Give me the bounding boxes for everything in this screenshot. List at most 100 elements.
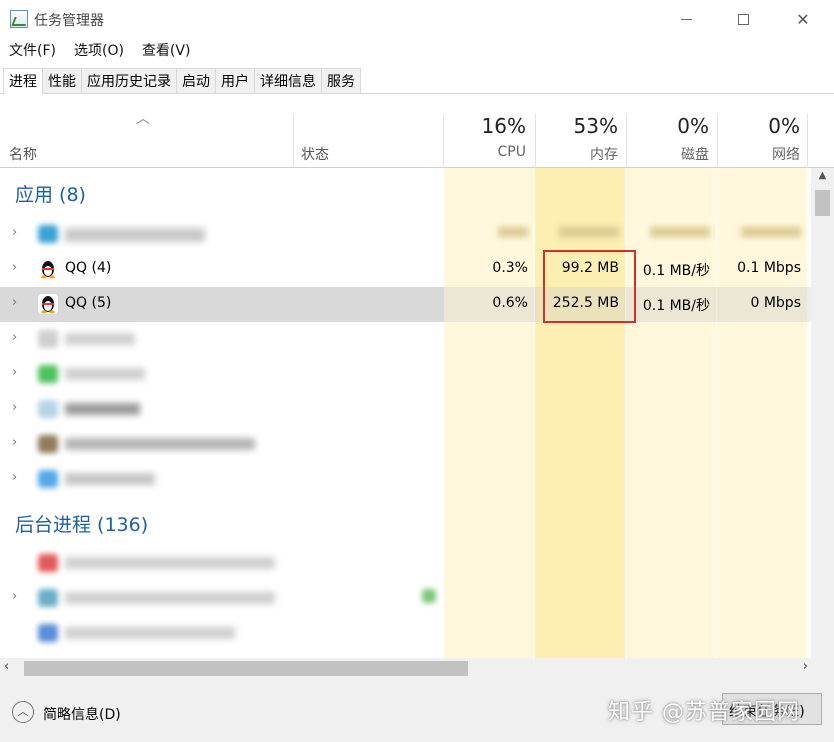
- table-row-selected[interactable]: › QQ (5): [0, 287, 444, 322]
- sort-caret-icon: ︿: [136, 111, 150, 127]
- app-icon: [38, 589, 58, 607]
- qq-penguin-icon: [38, 294, 58, 314]
- window-title: 任务管理器: [34, 13, 104, 29]
- horizontal-scrollbar[interactable]: ‹ ›: [0, 658, 834, 679]
- chevron-right-icon: ›: [12, 365, 18, 380]
- process-name: QQ (4): [65, 260, 112, 276]
- menu-bar: 文件(F) 选项(O) 查看(V): [0, 38, 199, 62]
- process-network: 0.1 Mbps: [737, 260, 801, 276]
- app-icon: [38, 400, 58, 418]
- table-row[interactable]: ›: [0, 322, 811, 357]
- blurred-cell: [717, 225, 801, 241]
- column-memory[interactable]: 53% 内存: [528, 114, 618, 164]
- menu-file[interactable]: 文件(F): [0, 38, 65, 62]
- tab-details[interactable]: 详细信息: [255, 68, 322, 94]
- menu-view[interactable]: 查看(V): [133, 38, 200, 62]
- scroll-right-icon[interactable]: ›: [803, 659, 808, 674]
- column-header: ︿ 名称 状态 16% CPU 53% 内存 0% 磁盘 0% 网络: [0, 94, 834, 168]
- memory-total: 53%: [573, 114, 618, 138]
- blurred-name: [65, 592, 275, 604]
- scroll-up-icon[interactable]: ▲: [811, 170, 834, 186]
- app-icon: [38, 330, 58, 348]
- app-icon: [38, 365, 58, 383]
- blurred-name: [65, 438, 255, 450]
- blurred-name: [65, 473, 155, 485]
- column-disk[interactable]: 0% 磁盘: [619, 114, 709, 164]
- title-bar: 任务管理器 ✕: [0, 0, 834, 38]
- tab-processes[interactable]: 进程: [3, 68, 43, 95]
- tab-performance[interactable]: 性能: [43, 68, 82, 94]
- table-row[interactable]: [0, 616, 811, 651]
- column-cpu[interactable]: 16% CPU: [436, 114, 526, 160]
- blurred-cell: [626, 225, 710, 241]
- blurred-name: [65, 403, 140, 415]
- maximize-button[interactable]: [720, 0, 766, 38]
- scroll-left-icon[interactable]: ‹: [4, 659, 9, 674]
- process-cpu: 0.3%: [492, 260, 528, 276]
- tab-strip: 进程 性能 应用历史记录 启动 用户 详细信息 服务: [3, 68, 361, 95]
- vertical-scrollbar[interactable]: ▲: [811, 168, 834, 658]
- blurred-name: [65, 333, 135, 345]
- table-row[interactable]: ›: [0, 581, 811, 616]
- fewer-details-link[interactable]: 简略信息(D): [43, 704, 121, 724]
- menu-options[interactable]: 选项(O): [65, 38, 133, 62]
- tab-users[interactable]: 用户: [216, 68, 255, 94]
- network-label: 网络: [772, 147, 800, 163]
- column-network[interactable]: 0% 网络: [710, 114, 800, 164]
- disk-total: 0%: [677, 114, 709, 138]
- table-row[interactable]: ›: [0, 217, 811, 252]
- table-row[interactable]: ›: [0, 392, 811, 427]
- chevron-right-icon: ›: [12, 470, 18, 485]
- column-name[interactable]: 名称: [9, 144, 37, 164]
- process-disk: 0.1 MB/秒: [642, 298, 710, 314]
- cpu-total: 16%: [481, 114, 526, 138]
- app-icon: [38, 435, 58, 453]
- network-total: 0%: [768, 114, 800, 138]
- maximize-icon: [737, 13, 749, 25]
- app-icon: [38, 624, 58, 642]
- memory-highlight-box: [543, 250, 636, 323]
- process-list: 应用 (8) › › QQ (4) 0.3% 99.2 MB 0.1 MB/秒 …: [0, 168, 811, 658]
- chevron-right-icon: ›: [12, 435, 18, 450]
- column-status[interactable]: 状态: [301, 144, 329, 164]
- column-divider[interactable]: [293, 114, 294, 168]
- qq-penguin-icon: [41, 261, 55, 279]
- memory-label: 内存: [590, 147, 618, 163]
- blurred-name: [65, 228, 205, 242]
- blurred-name: [65, 368, 145, 380]
- horizontal-scroll-thumb[interactable]: [24, 661, 468, 676]
- vertical-scroll-thumb[interactable]: [815, 190, 830, 216]
- tab-services[interactable]: 服务: [322, 68, 361, 94]
- table-row[interactable]: ›: [0, 427, 811, 462]
- tab-app-history[interactable]: 应用历史记录: [82, 68, 177, 94]
- chevron-up-icon[interactable]: ︿: [12, 701, 34, 723]
- chevron-right-icon[interactable]: ›: [12, 295, 17, 310]
- app-icon: [38, 470, 58, 488]
- blurred-name: [65, 557, 275, 569]
- app-icon: [38, 554, 58, 572]
- process-network: 0 Mbps: [750, 295, 801, 311]
- watermark: 知乎 @苏普家园网: [608, 700, 800, 725]
- chevron-right-icon[interactable]: ›: [12, 260, 17, 275]
- column-divider[interactable]: [807, 114, 808, 168]
- disk-label: 磁盘: [681, 147, 709, 163]
- status-leaf-icon: [422, 589, 436, 603]
- blurred-cell: [535, 225, 619, 241]
- blurred-cell: [444, 225, 528, 241]
- table-row[interactable]: ›: [0, 357, 811, 392]
- minimize-button[interactable]: [663, 0, 709, 38]
- chevron-right-icon: ›: [12, 400, 18, 415]
- close-icon: ✕: [796, 9, 810, 29]
- chevron-right-icon: ›: [12, 589, 18, 604]
- close-button[interactable]: ✕: [780, 0, 826, 38]
- table-row[interactable]: [0, 546, 811, 581]
- minimize-icon: [680, 18, 692, 20]
- process-name: QQ (5): [65, 295, 112, 311]
- cpu-label: CPU: [497, 144, 526, 160]
- table-row[interactable]: › QQ (4) 0.3% 99.2 MB 0.1 MB/秒 0.1 Mbps: [0, 252, 811, 287]
- group-title-background: 后台进程 (136): [15, 514, 149, 536]
- process-cpu: 0.6%: [492, 295, 528, 311]
- tab-startup[interactable]: 启动: [177, 68, 216, 94]
- table-row[interactable]: ›: [0, 462, 811, 497]
- chevron-right-icon: ›: [12, 330, 18, 345]
